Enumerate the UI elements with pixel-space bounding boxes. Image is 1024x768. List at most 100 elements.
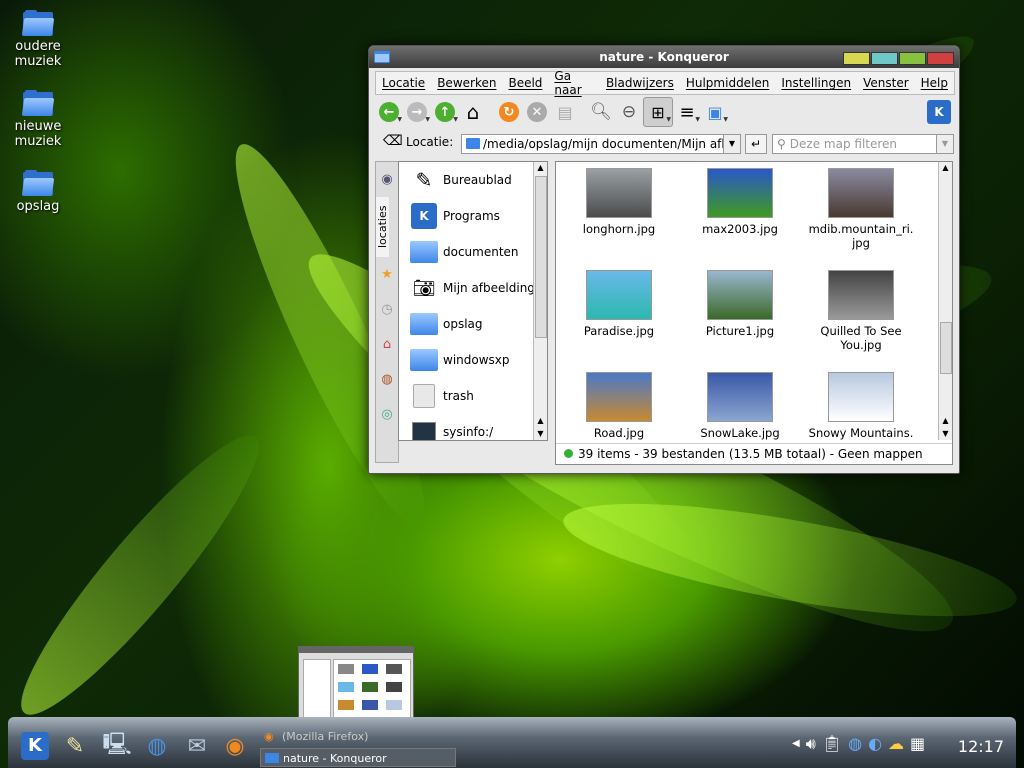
print-button[interactable]: ▤	[551, 98, 579, 126]
place-item-trash[interactable]: trash	[399, 378, 547, 414]
menu-bladwijzers[interactable]: Bladwijzers	[600, 76, 680, 90]
file-item[interactable]: Paradise.jpg	[559, 270, 679, 338]
window-titlebar[interactable]: nature - Konqueror	[369, 46, 959, 68]
desktop-icon-nieuwe-muziek[interactable]: nieuwe muziek	[3, 90, 73, 149]
folder-icon	[21, 10, 55, 36]
calendar-icon[interactable]: ▦	[910, 734, 925, 754]
scroll-up-arrow[interactable]: ▲	[939, 162, 952, 174]
stop-button[interactable]: ✕	[523, 98, 551, 126]
location-dropdown-arrow[interactable]: ▼	[723, 135, 740, 153]
file-label: Paradise.jpg	[583, 324, 655, 338]
file-item[interactable]: Quilled To See You.jpg	[801, 270, 921, 352]
zoom-in-button[interactable]: 🔍︎	[587, 98, 615, 126]
desktop-icon-oudere-muziek[interactable]: oudere muziek	[3, 10, 73, 69]
filter-input[interactable]: ⚲ Deze map filteren ▼	[772, 134, 954, 154]
clock[interactable]: 12:17	[958, 737, 1004, 756]
icon-view-button[interactable]: ⊞ ▼	[643, 97, 673, 127]
place-item-windowsxp[interactable]: windowsxp	[399, 342, 547, 378]
menu-venster[interactable]: Venster	[857, 76, 915, 90]
go-button[interactable]: ↵	[745, 134, 767, 154]
sidebar-tab-media[interactable]: ◍	[376, 362, 398, 397]
file-item[interactable]: Snowy Mountains.	[801, 372, 921, 440]
image-thumbnail	[828, 270, 894, 320]
volume-icon[interactable]: 🔊︎	[806, 734, 816, 754]
network-icon[interactable]: ◍	[848, 734, 862, 754]
sidebar-tab-services[interactable]: ◉	[376, 162, 398, 197]
window-preview-thumbnail[interactable]	[298, 646, 414, 722]
place-item-programs[interactable]: K Programs	[399, 198, 547, 234]
close-button[interactable]	[927, 52, 954, 65]
list-view-button[interactable]: ≡ ▼	[673, 98, 701, 126]
back-button[interactable]: ← ▼	[375, 98, 403, 126]
file-icon-grid: longhorn.jpg max2003.jpg mdib.mountain_r…	[556, 162, 936, 440]
file-item[interactable]: Road.jpg	[559, 372, 679, 440]
task-firefox[interactable]: ◉ (Mozilla Firefox)	[260, 727, 456, 746]
place-label: trash	[443, 389, 474, 403]
scroll-down-arrow[interactable]: ▼	[939, 428, 952, 440]
task-konqueror[interactable]: nature - Konqueror	[260, 748, 456, 767]
home-button[interactable]: ⌂	[459, 98, 487, 126]
editor-launcher[interactable]: ✎	[60, 731, 90, 761]
shade-button[interactable]	[843, 52, 870, 65]
menubar: Locatie Bewerken Beeld Ga naar Bladwijze…	[375, 69, 955, 97]
sidebar-tab-bookmarks[interactable]: ★	[376, 257, 398, 292]
kde-menu-button[interactable]: K	[20, 731, 50, 761]
place-item-bureaublad[interactable]: ✎ Bureaublad	[399, 162, 547, 198]
sidebar-tab-home[interactable]: ⌂	[376, 327, 398, 362]
clock-icon: ◷	[381, 302, 393, 317]
menu-help[interactable]: Help	[915, 76, 954, 90]
forward-button[interactable]: → ▼	[403, 98, 431, 126]
menu-hulpmiddelen[interactable]: Hulpmiddelen	[680, 76, 776, 90]
desktop-icon-opslag[interactable]: opslag	[3, 170, 73, 214]
kde-logo-button[interactable]: K	[925, 98, 953, 126]
up-button[interactable]: ↑ ▼	[431, 98, 459, 126]
pencil-icon: ✎	[65, 733, 85, 759]
place-item-opslag[interactable]: opslag	[399, 306, 547, 342]
folder-icon	[409, 347, 439, 373]
sidebar-tab-locaties[interactable]: locaties	[376, 197, 389, 257]
scroll-up-arrow[interactable]: ▲	[534, 162, 547, 174]
menu-locatie[interactable]: Locatie	[376, 76, 431, 90]
konqueror-launcher[interactable]: ◍	[142, 731, 172, 761]
sidebar-tab-network[interactable]: ◎	[376, 397, 398, 432]
file-item[interactable]: max2003.jpg	[680, 168, 800, 236]
place-item-mijn-afbeeldingen[interactable]: 📷︎ Mijn afbeeldinge	[399, 270, 547, 306]
places-scrollbar[interactable]: ▲ ▲ ▼	[533, 162, 547, 440]
maximize-button[interactable]	[899, 52, 926, 65]
filter-placeholder: Deze map filteren	[789, 137, 898, 151]
list-icon: ≡	[679, 101, 695, 123]
menu-beeld[interactable]: Beeld	[502, 76, 548, 90]
system-launcher[interactable]: 🖳︎	[102, 731, 132, 761]
file-item[interactable]: SnowLake.jpg	[680, 372, 800, 440]
update-icon[interactable]: ◐	[868, 734, 882, 754]
zoom-out-button[interactable]: ⊖	[615, 98, 643, 126]
file-view-scrollbar[interactable]: ▲ ▲ ▼	[938, 162, 952, 440]
place-item-documenten[interactable]: documenten	[399, 234, 547, 270]
clipboard-icon[interactable]: 📋︎	[822, 734, 842, 754]
tray-expand-arrow[interactable]: ◀	[792, 734, 800, 754]
scrollbar-thumb[interactable]	[940, 322, 952, 374]
location-input[interactable]: /media/opslag/mijn documenten/Mijn afbee…	[461, 134, 741, 154]
status-bar: 39 items - 39 bestanden (13.5 MB totaal)…	[556, 443, 952, 464]
place-item-sysinfo[interactable]: sysinfo:/	[399, 414, 547, 440]
sticky-button[interactable]	[871, 52, 898, 65]
file-item[interactable]: mdib.mountain_ri. jpg	[801, 168, 921, 250]
menu-instellingen[interactable]: Instellingen	[775, 76, 857, 90]
scroll-up-arrow[interactable]: ▲	[939, 415, 952, 427]
file-item[interactable]: longhorn.jpg	[559, 168, 679, 236]
scroll-down-arrow[interactable]: ▼	[534, 428, 547, 440]
places-panel: ✎ Bureaublad K Programs documenten 📷︎ Mijn …	[398, 161, 548, 441]
file-item[interactable]: Picture1.jpg	[680, 270, 800, 338]
filter-dropdown-arrow[interactable]: ▼	[936, 135, 953, 153]
menu-bewerken[interactable]: Bewerken	[431, 76, 502, 90]
preview-button[interactable]: ▣ ▼	[701, 98, 729, 126]
sidebar-tab-history[interactable]: ◷	[376, 292, 398, 327]
weather-icon[interactable]: ☁	[888, 734, 904, 754]
mail-launcher[interactable]: ✉	[182, 731, 212, 761]
clear-location-icon[interactable]: ⌫	[383, 133, 403, 149]
scrollbar-thumb[interactable]	[535, 176, 547, 338]
menu-ga-naar[interactable]: Ga naar	[548, 69, 600, 97]
firefox-launcher[interactable]: ◉	[220, 731, 250, 761]
reload-button[interactable]: ↻	[495, 98, 523, 126]
scroll-up-arrow[interactable]: ▲	[534, 415, 547, 427]
